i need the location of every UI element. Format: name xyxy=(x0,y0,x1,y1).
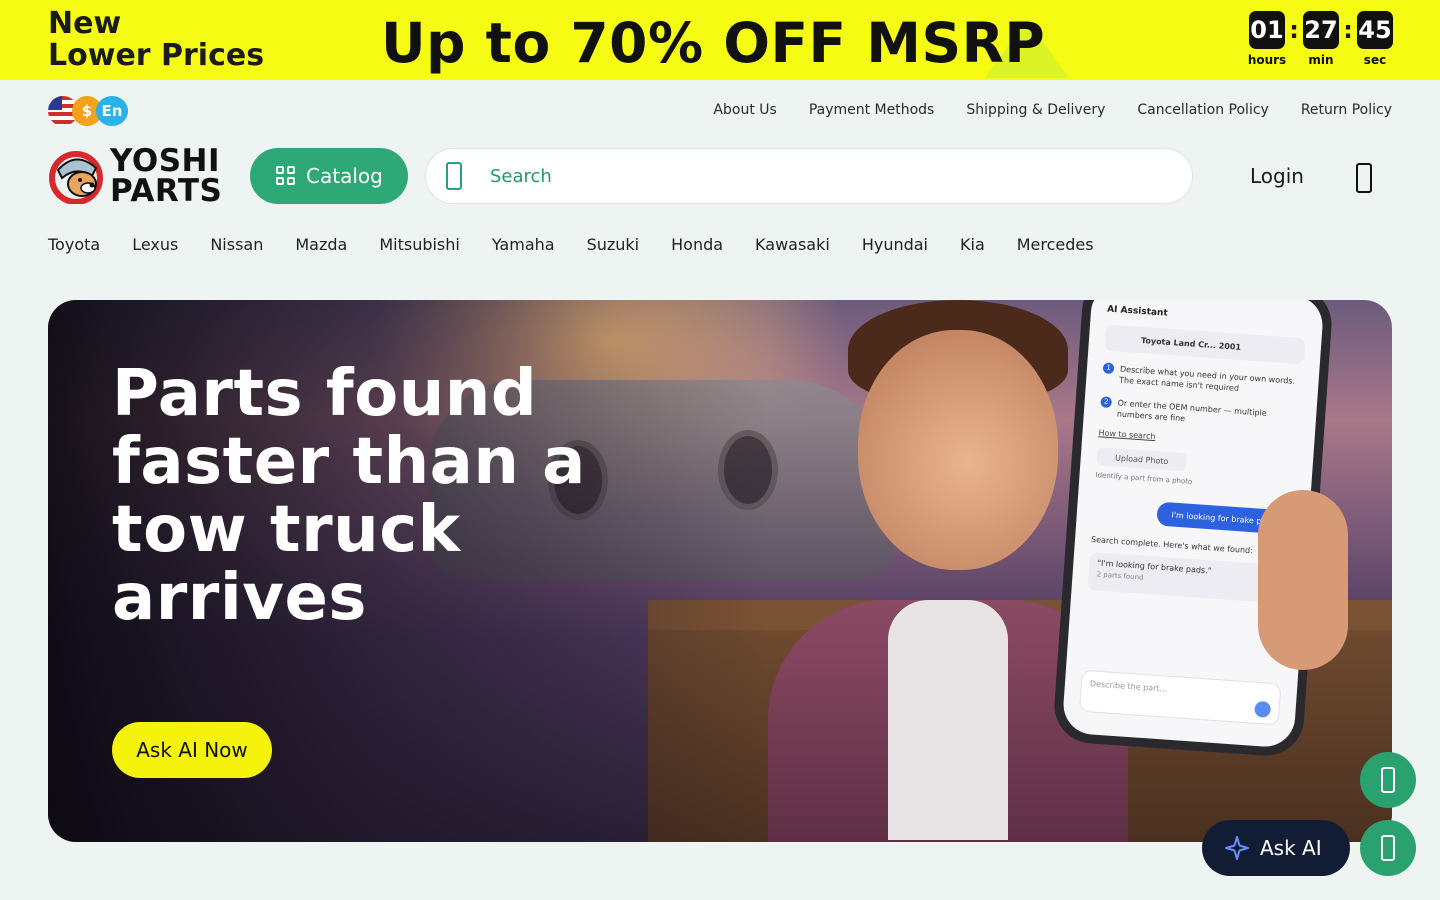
brand-link-mercedes[interactable]: Mercedes xyxy=(1017,234,1094,256)
countdown-seconds-label: sec xyxy=(1363,53,1387,67)
phone-icon xyxy=(1381,835,1395,861)
phone-input-field: Describe the part... xyxy=(1079,669,1282,726)
brand-link-mazda[interactable]: Mazda xyxy=(295,234,347,256)
search-icon xyxy=(446,162,462,190)
hand-illustration xyxy=(1258,490,1348,670)
countdown-minutes: 27 xyxy=(1303,11,1339,49)
brand-link-toyota[interactable]: Toyota xyxy=(48,234,100,256)
phone-upload-hint: Identify a part from a photo xyxy=(1095,471,1193,486)
top-link-about[interactable]: About Us xyxy=(713,100,776,120)
countdown-timer: 01 hours : 27 min : 45 sec xyxy=(1248,11,1394,67)
brand-link-yamaha[interactable]: Yamaha xyxy=(492,234,555,256)
brand-link-mitsubishi[interactable]: Mitsubishi xyxy=(379,234,460,256)
sparkle-icon xyxy=(1225,836,1249,860)
countdown-separator: : xyxy=(1289,16,1299,44)
brand-link-lexus[interactable]: Lexus xyxy=(132,234,178,256)
ask-ai-button[interactable]: Ask AI xyxy=(1202,820,1350,876)
chat-button[interactable] xyxy=(1360,752,1416,808)
person-face-illustration xyxy=(858,330,1058,570)
person-tshirt xyxy=(888,600,1008,840)
send-icon xyxy=(1254,700,1272,718)
phone-assistant-title: AI Assistant xyxy=(1106,304,1168,319)
catalog-button[interactable]: Catalog xyxy=(250,148,408,204)
phone-car-chip: Toyota Land Cr... 2001 xyxy=(1104,324,1306,365)
language-badge: En xyxy=(96,96,128,126)
countdown-seconds: 45 xyxy=(1357,11,1393,49)
phone-upload-button: Upload Photo xyxy=(1096,447,1188,472)
chat-icon xyxy=(1381,767,1395,793)
brand-link-honda[interactable]: Honda xyxy=(671,234,723,256)
countdown-hours: 01 xyxy=(1249,11,1285,49)
brand-link-suzuki[interactable]: Suzuki xyxy=(587,234,640,256)
brand-link-kia[interactable]: Kia xyxy=(960,234,985,256)
hero-title: Parts found faster than a tow truck arri… xyxy=(112,357,586,635)
brand-link-kawasaki[interactable]: Kawasaki xyxy=(755,234,830,256)
countdown-separator: : xyxy=(1343,16,1353,44)
logo-wordmark: YOSHI PARTS xyxy=(110,143,223,209)
brand-nav: Toyota Lexus Nissan Mazda Mitsubishi Yam… xyxy=(48,234,1094,256)
top-link-return[interactable]: Return Policy xyxy=(1301,100,1392,120)
search-bar[interactable] xyxy=(425,148,1193,204)
phone-step-2: 2 Or enter the OEM number — multiple numb… xyxy=(1100,396,1301,432)
promo-banner[interactable]: New Lower Prices Up to 70% OFF MSRP 01 h… xyxy=(0,0,1440,80)
locale-switcher[interactable]: $ En xyxy=(48,96,128,128)
search-input[interactable] xyxy=(490,165,1130,187)
cart-icon[interactable] xyxy=(1356,163,1372,193)
phone-step-1-text: Describe what you need in your own words… xyxy=(1118,364,1296,393)
phone-step-1: 1 Describe what you need in your own word… xyxy=(1102,362,1303,398)
top-link-payment[interactable]: Payment Methods xyxy=(809,100,935,120)
catalog-button-label: Catalog xyxy=(306,164,383,188)
ask-ai-label: Ask AI xyxy=(1260,836,1322,860)
countdown-hours-label: hours xyxy=(1247,53,1287,67)
countdown-minutes-label: min xyxy=(1308,53,1334,67)
top-link-shipping[interactable]: Shipping & Delivery xyxy=(966,100,1105,120)
login-link[interactable]: Login xyxy=(1250,163,1304,189)
brand-link-nissan[interactable]: Nissan xyxy=(210,234,263,256)
phone-step-2-text: Or enter the OEM number — multiple numbe… xyxy=(1116,398,1268,424)
brand-link-hyundai[interactable]: Hyundai xyxy=(862,234,928,256)
site-logo[interactable]: YOSHI PARTS xyxy=(48,143,223,209)
phone-button[interactable] xyxy=(1360,820,1416,876)
phone-input-placeholder: Describe the part... xyxy=(1089,679,1168,694)
phone-how-to-link: How to search xyxy=(1098,428,1156,442)
top-link-cancellation[interactable]: Cancellation Policy xyxy=(1137,100,1268,120)
promo-headline: Up to 70% OFF MSRP xyxy=(381,11,1046,75)
promo-subtitle: New Lower Prices xyxy=(48,6,265,73)
top-nav: About Us Payment Methods Shipping & Deli… xyxy=(713,100,1392,120)
hero-banner: AI Assistant Toyota Land Cr... 2001 1 Des… xyxy=(48,300,1392,842)
ask-ai-now-button[interactable]: Ask AI Now xyxy=(112,722,272,778)
catalog-grid-icon xyxy=(276,166,296,186)
dog-mascot-icon xyxy=(49,151,103,204)
